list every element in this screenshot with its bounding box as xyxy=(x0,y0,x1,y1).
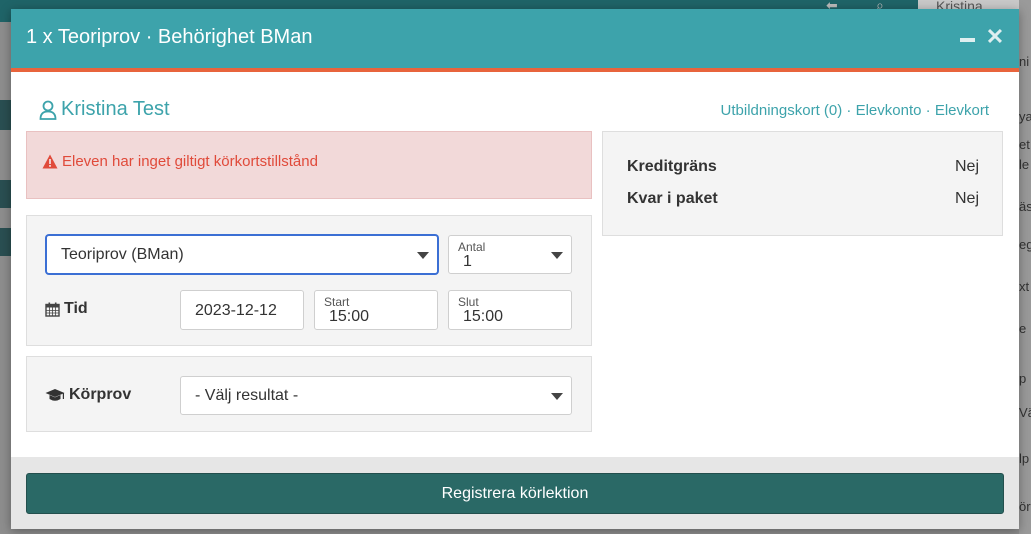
lesson-type-value: Teoriprov (BMan) xyxy=(61,246,184,263)
user-icon xyxy=(39,100,57,120)
background-text-fragment: e xyxy=(1019,322,1027,336)
date-value: 2023-12-12 xyxy=(195,302,277,319)
warning-icon xyxy=(42,154,58,169)
minimize-icon xyxy=(959,38,975,42)
background-text-fragment: xt xyxy=(1019,280,1030,294)
exam-result-value: - Välj resultat - xyxy=(195,387,299,404)
date-input[interactable]: 2023-12-12 xyxy=(180,290,304,330)
package-remaining-row: Kvar i paket Nej xyxy=(627,190,979,208)
modal-footer: Registrera körlektion xyxy=(11,457,1019,529)
credit-info-card: Kreditgräns Nej Kvar i paket Nej xyxy=(602,131,1003,236)
exam-row-label: Körprov xyxy=(45,386,131,404)
modal-title: 1 x Teoriprov · Behörighet BMan xyxy=(26,26,313,48)
student-links: Utbildningskort (0) · Elevkonto · Elevko… xyxy=(721,102,989,119)
link-separator: · xyxy=(846,102,852,119)
student-account-link[interactable]: Elevkonto xyxy=(856,102,922,119)
chevron-down-icon xyxy=(551,392,563,400)
background-text-fragment: ni xyxy=(1019,55,1030,69)
chevron-down-icon xyxy=(551,251,563,259)
background-text-fragment: eg xyxy=(1019,238,1031,252)
package-remaining-label: Kvar i paket xyxy=(627,190,718,207)
start-time-input[interactable]: Start 15:00 xyxy=(314,290,438,330)
exam-result-card: Körprov - Välj resultat - xyxy=(26,356,592,432)
credit-limit-row: Kreditgräns Nej xyxy=(627,158,979,176)
background-left-bar xyxy=(0,180,11,208)
background-left-bar xyxy=(0,100,11,130)
lesson-type-select[interactable]: Teoriprov (BMan) xyxy=(46,235,438,274)
quantity-select[interactable]: Antal 1 xyxy=(448,235,572,274)
student-card-link[interactable]: Elevkort xyxy=(935,102,989,119)
background-text-fragment: lp xyxy=(1019,452,1030,466)
register-lesson-modal: 1 x Teoriprov · Behörighet BMan ✕ Kristi… xyxy=(11,9,1019,529)
calendar-icon xyxy=(45,302,60,317)
time-row-label: Tid xyxy=(45,300,88,318)
quantity-value: 1 xyxy=(463,253,472,270)
chevron-down-icon xyxy=(417,251,429,259)
background-text-fragment: le xyxy=(1019,158,1030,172)
background-text-fragment: et xyxy=(1019,138,1030,152)
background-text-fragment: Vä xyxy=(1019,406,1031,420)
package-remaining-value: Nej xyxy=(954,190,979,207)
credit-limit-value: Nej xyxy=(954,158,979,175)
start-time-label: Start xyxy=(324,295,350,309)
background-text-fragment: ya xyxy=(1019,110,1031,124)
graduation-cap-icon xyxy=(45,388,65,401)
close-icon: ✕ xyxy=(985,24,1005,49)
end-time-value: 15:00 xyxy=(463,308,504,325)
register-lesson-button[interactable]: Registrera körlektion xyxy=(26,473,1004,514)
exam-label: Körprov xyxy=(69,386,132,403)
quantity-label: Antal xyxy=(458,240,486,254)
alert-text: Eleven har inget giltigt körkortstillstå… xyxy=(62,153,318,170)
end-time-label: Slut xyxy=(458,295,479,309)
background-text-fragment: ör xyxy=(1019,500,1031,514)
background-left-bar xyxy=(0,228,11,256)
time-label: Tid xyxy=(64,300,88,317)
lesson-details-card: Teoriprov (BMan) Antal 1 Tid 2023-12-12 … xyxy=(26,215,592,346)
start-time-value: 15:00 xyxy=(329,308,370,325)
close-button[interactable]: ✕ xyxy=(985,26,1005,48)
modal-header: 1 x Teoriprov · Behörighet BMan ✕ xyxy=(11,9,1019,72)
background-text-fragment: p xyxy=(1019,372,1027,386)
minimize-button[interactable] xyxy=(957,26,977,48)
student-name: Kristina Test xyxy=(61,98,170,120)
permit-warning-alert: Eleven har inget giltigt körkortstillstå… xyxy=(26,131,592,199)
exam-result-select[interactable]: - Välj resultat - xyxy=(180,376,572,415)
education-card-link[interactable]: Utbildningskort (0) xyxy=(721,102,843,119)
link-separator: · xyxy=(925,102,931,119)
end-time-input[interactable]: Slut 15:00 xyxy=(448,290,572,330)
background-right-panel: ni ya et le äs eg xt e p Vä lp ör xyxy=(1019,0,1031,534)
credit-limit-label: Kreditgräns xyxy=(627,158,717,175)
background-text-fragment: äs xyxy=(1019,200,1031,214)
student-name-heading: Kristina Test xyxy=(39,98,170,121)
